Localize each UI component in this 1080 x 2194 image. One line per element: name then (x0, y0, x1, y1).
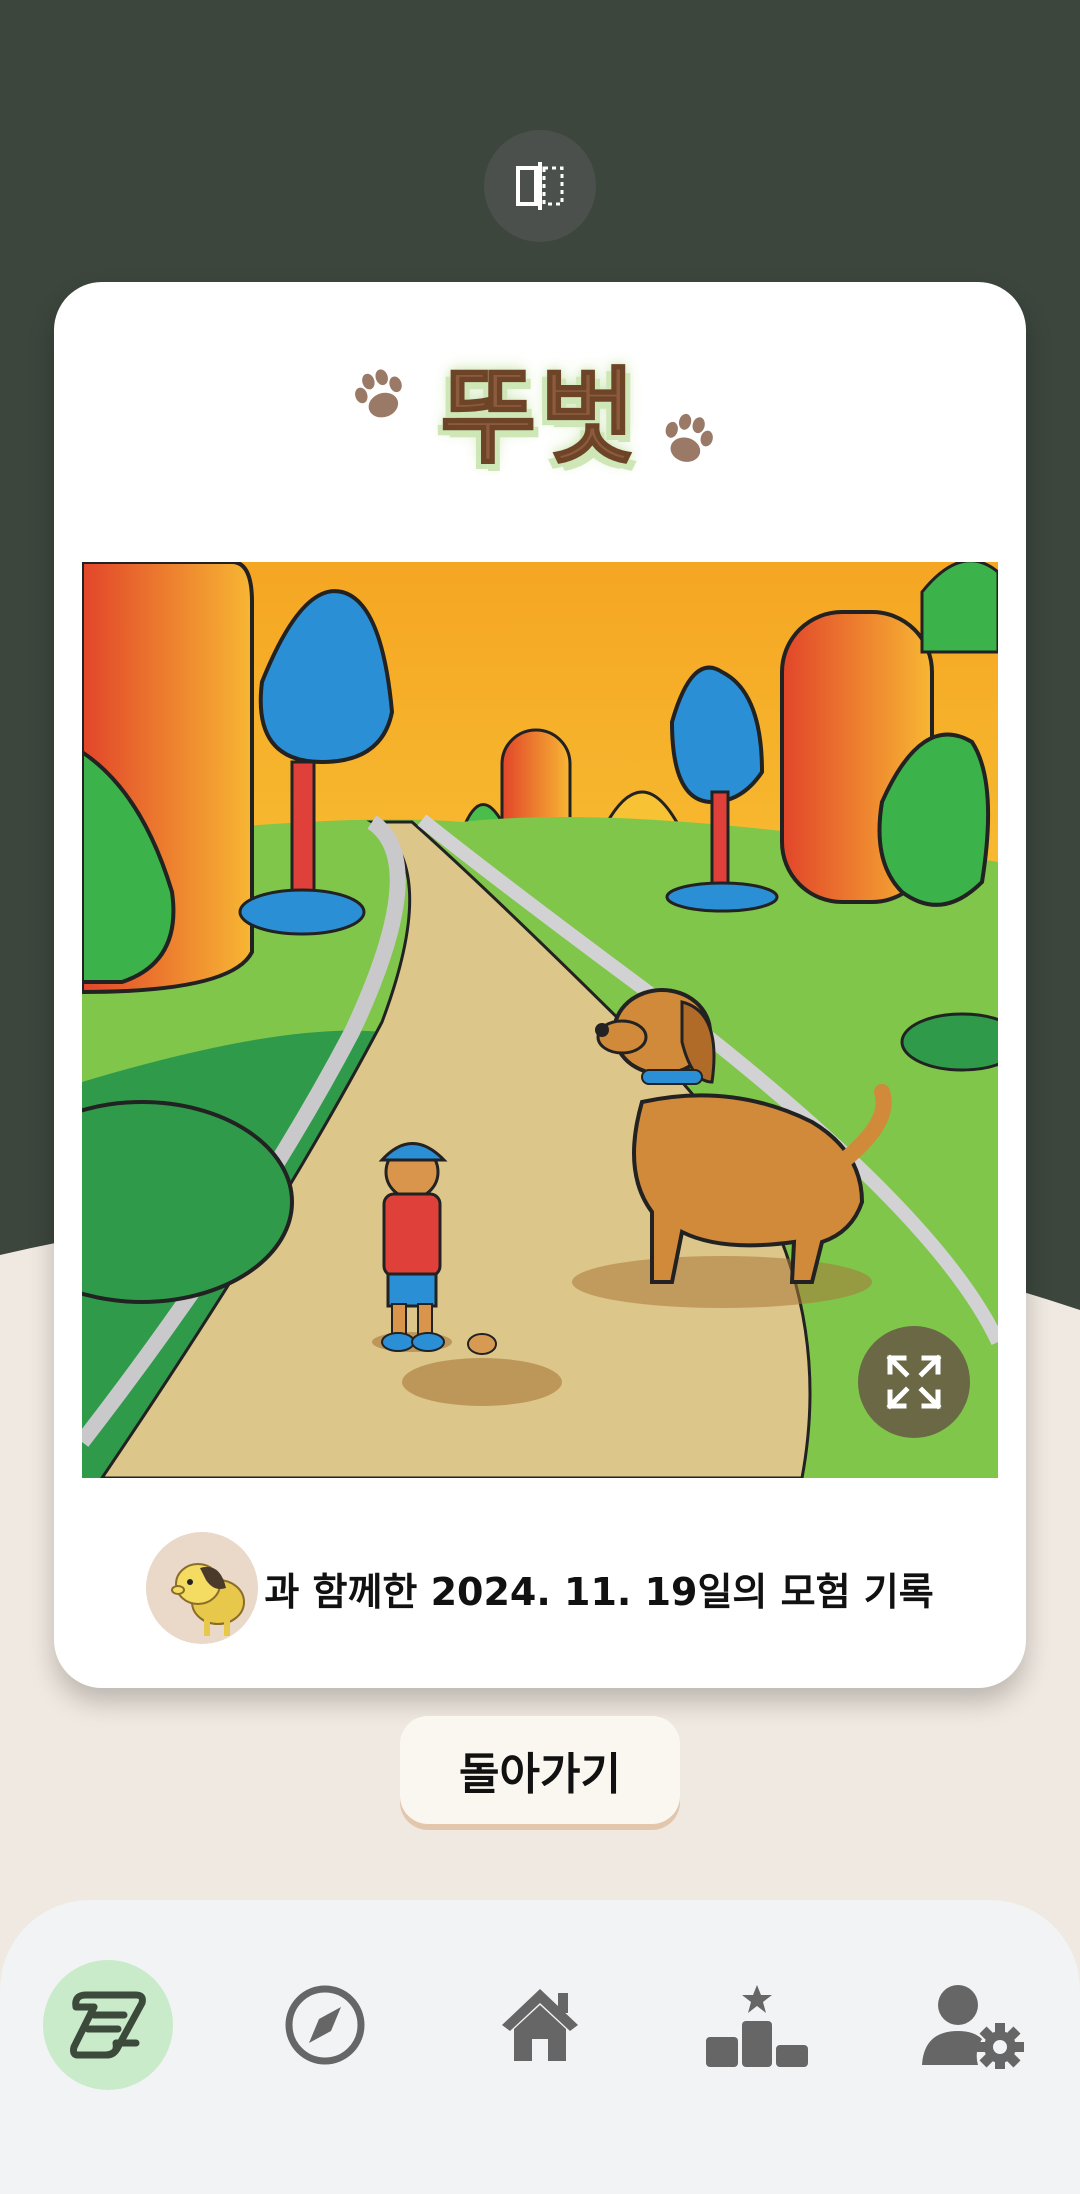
nav-item-stories[interactable] (43, 1960, 173, 2090)
story-illustration (82, 562, 998, 1478)
story-card: 뚜벗 과 함께한 2024. 11. 19일의 모험 기록 (54, 282, 1026, 1688)
back-button[interactable]: 돌아가기 (400, 1716, 680, 1824)
expand-icon (886, 1354, 942, 1410)
home-icon (502, 1989, 578, 2061)
expand-button[interactable] (858, 1326, 970, 1438)
story-title: 뚜벗 (439, 355, 640, 479)
bottom-navigation (0, 1900, 1080, 2194)
compass-icon (285, 1985, 365, 2065)
caption-text: 과 함께한 2024. 11. 19일의 모험 기록 (264, 1569, 934, 1614)
leaderboard-icon (706, 1985, 808, 2067)
compare-icon (516, 162, 564, 210)
story-caption: 과 함께한 2024. 11. 19일의 모험 기록 (54, 1532, 1026, 1644)
scroll-icon (70, 1991, 146, 2059)
nav-item-profile-settings[interactable] (908, 1960, 1038, 2090)
nav-item-leaderboard[interactable] (692, 1960, 822, 2090)
nav-item-explore[interactable] (260, 1960, 390, 2090)
pet-avatar (146, 1532, 259, 1644)
compare-button[interactable] (484, 130, 596, 242)
user-settings-icon (922, 1985, 1024, 2069)
paw-icon (355, 369, 403, 418)
title-row: 뚜벗 (54, 332, 1026, 482)
nav-item-home[interactable] (475, 1960, 605, 2090)
paw-icon (665, 413, 713, 462)
